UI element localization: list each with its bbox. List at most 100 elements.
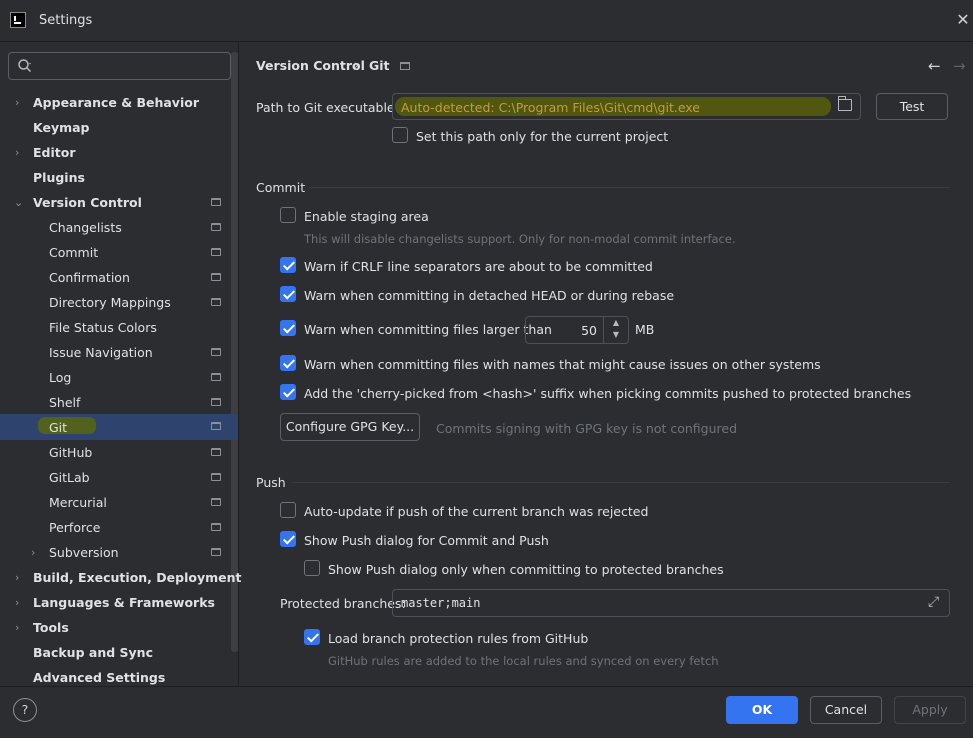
cancel-button[interactable]: Cancel — [810, 696, 882, 724]
sidebar-item-shelf[interactable]: Shelf — [0, 390, 238, 415]
sidebar-item-confirmation[interactable]: Confirmation — [0, 265, 238, 290]
project-scope-icon — [211, 422, 221, 430]
project-scope-icon — [211, 523, 221, 531]
sidebar-item-label: Appearance & Behavior — [33, 95, 199, 110]
project-scope-icon — [211, 348, 221, 356]
stepper-divider — [603, 317, 604, 343]
sidebar-item-label: Confirmation — [49, 270, 130, 285]
sidebar-item-git[interactable]: Git — [0, 414, 238, 440]
folder-icon[interactable] — [837, 96, 852, 111]
large-files-checkbox[interactable] — [280, 320, 296, 336]
sidebar-item-backup-sync[interactable]: Backup and Sync — [0, 640, 238, 665]
sidebar-item-log[interactable]: Log — [0, 365, 238, 390]
sidebar-item-label: File Status Colors — [49, 320, 157, 335]
git-path-label: Path to Git executable: — [256, 100, 399, 115]
show-push-dialog-checkbox[interactable] — [280, 531, 296, 547]
sidebar-item-label: Plugins — [33, 170, 85, 185]
large-files-label: Warn when committing files larger than — [304, 322, 552, 337]
sidebar-item-label: Directory Mappings — [49, 295, 171, 310]
settings-sidebar: › Appearance & Behavior Keymap › Editor … — [0, 42, 242, 686]
section-divider — [292, 482, 950, 483]
sidebar-item-label: Log — [49, 370, 72, 385]
sidebar-item-subversion[interactable]: › Subversion — [0, 540, 238, 565]
chevron-right-icon: › — [15, 621, 20, 634]
sidebar-item-label: Issue Navigation — [49, 345, 153, 360]
chevron-right-icon: › — [31, 546, 36, 559]
sidebar-item-tools[interactable]: › Tools — [0, 615, 238, 640]
sidebar-item-github[interactable]: GitHub — [0, 440, 238, 465]
sidebar-item-label: Changelists — [49, 220, 122, 235]
sidebar-item-label: Commit — [49, 245, 99, 260]
sidebar-item-label: Languages & Frameworks — [33, 595, 215, 610]
sidebar-item-label: Editor — [33, 145, 76, 160]
sidebar-item-version-control[interactable]: ⌄ Version Control — [0, 190, 238, 215]
ok-button[interactable]: OK — [726, 696, 798, 724]
sidebar-item-plugins[interactable]: Plugins — [0, 165, 238, 190]
project-scope-icon — [211, 448, 221, 456]
sidebar-item-label: Tools — [33, 620, 69, 635]
show-push-dialog-label: Show Push dialog for Commit and Push — [304, 533, 549, 548]
sidebar-item-label: Mercurial — [49, 495, 107, 510]
sidebar-item-label: Build, Execution, Deployment — [33, 570, 242, 585]
sidebar-item-label: Shelf — [49, 395, 81, 410]
close-icon[interactable]: ✕ — [955, 12, 971, 28]
help-button[interactable]: ? — [13, 698, 37, 722]
chevron-down-icon: ⌄ — [14, 196, 24, 209]
cherry-picked-checkbox[interactable] — [280, 384, 296, 400]
sidebar-item-perforce[interactable]: Perforce — [0, 515, 238, 540]
window-title: Settings — [39, 13, 93, 28]
sidebar-item-gitlab[interactable]: GitLab — [0, 465, 238, 490]
git-path-value: Auto-detected: C:\Program Files\Git\cmd\… — [401, 100, 700, 115]
auto-update-checkbox[interactable] — [280, 502, 296, 518]
sidebar-item-label: Keymap — [33, 120, 90, 135]
chevron-right-icon: › — [15, 571, 20, 584]
sidebar-item-keymap[interactable]: Keymap — [0, 115, 238, 140]
chevron-right-icon: › — [15, 96, 20, 109]
sidebar-item-directory-mappings[interactable]: Directory Mappings — [0, 290, 238, 315]
cherry-picked-label: Add the 'cherry-picked from <hash>' suff… — [304, 386, 912, 401]
sidebar-item-appearance[interactable]: › Appearance & Behavior — [0, 90, 238, 115]
gpg-status-text: Commits signing with GPG key is not conf… — [436, 421, 738, 436]
app-logo-icon — [10, 12, 26, 28]
protected-branches-value: master;main — [401, 596, 481, 610]
breadcrumb-current: Git — [369, 58, 390, 73]
project-scope-icon — [211, 373, 221, 381]
sidebar-item-changelists[interactable]: Changelists — [0, 215, 238, 240]
search-icon — [18, 59, 32, 73]
sidebar-item-label: Version Control — [33, 195, 142, 210]
push-dialog-protected-checkbox[interactable] — [304, 560, 320, 576]
breadcrumb-separator-icon: › — [354, 57, 359, 72]
file-names-checkbox[interactable] — [280, 355, 296, 371]
crlf-warning-checkbox[interactable] — [280, 257, 296, 273]
test-button[interactable]: Test — [876, 93, 948, 120]
sidebar-item-label: Subversion — [49, 545, 119, 560]
sidebar-item-label: Perforce — [49, 520, 101, 535]
back-arrow-icon[interactable]: ← — [928, 57, 941, 75]
staging-area-checkbox[interactable] — [280, 207, 296, 223]
title-bar — [0, 0, 973, 42]
path-project-only-label: Set this path only for the current proje… — [416, 129, 669, 144]
expand-icon[interactable]: ⤢ — [928, 594, 939, 610]
staging-area-label: Enable staging area — [304, 209, 429, 224]
stepper-arrows-icon[interactable]: ▲ ▼ — [607, 317, 625, 341]
sidebar-item-mercurial[interactable]: Mercurial — [0, 490, 238, 515]
detached-head-checkbox[interactable] — [280, 286, 296, 302]
apply-button[interactable]: Apply — [894, 696, 966, 724]
forward-arrow-icon[interactable]: → — [953, 57, 966, 75]
path-project-only-checkbox[interactable] — [392, 127, 408, 143]
auto-update-label: Auto-update if push of the current branc… — [304, 504, 649, 519]
push-dialog-protected-label: Show Push dialog only when committing to… — [328, 562, 724, 577]
breadcrumb-parent[interactable]: Version Control — [256, 58, 365, 73]
load-rules-checkbox[interactable] — [304, 629, 320, 645]
sidebar-item-editor[interactable]: › Editor — [0, 140, 238, 165]
sidebar-item-commit[interactable]: Commit — [0, 240, 238, 265]
sidebar-item-build[interactable]: › Build, Execution, Deployment — [0, 565, 242, 590]
search-input[interactable] — [8, 52, 231, 80]
configure-gpg-button[interactable]: Configure GPG Key... — [280, 413, 420, 441]
project-scope-icon — [211, 473, 221, 481]
sidebar-item-languages[interactable]: › Languages & Frameworks — [0, 590, 238, 615]
project-scope-icon — [211, 398, 221, 406]
file-names-label: Warn when committing files with names th… — [304, 357, 821, 372]
sidebar-item-issue-navigation[interactable]: Issue Navigation — [0, 340, 238, 365]
sidebar-item-file-status-colors[interactable]: File Status Colors — [0, 315, 238, 340]
